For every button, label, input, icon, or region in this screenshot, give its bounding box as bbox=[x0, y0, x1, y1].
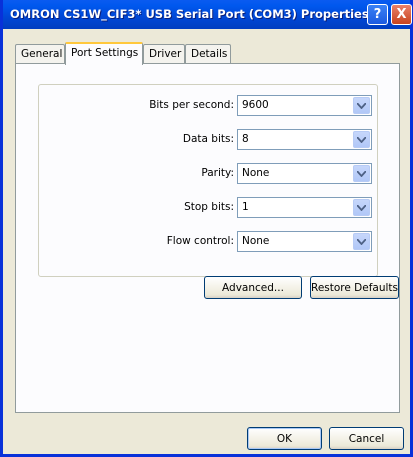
chevron-down-icon[interactable] bbox=[353, 233, 370, 250]
settings-group: Bits per second: 9600 Data bits: 8 Parit… bbox=[38, 84, 378, 277]
close-icon[interactable]: X bbox=[391, 4, 412, 25]
tab-port-settings[interactable]: Port Settings bbox=[65, 42, 143, 65]
data-bits-label: Data bits: bbox=[182, 133, 234, 145]
data-bits-select[interactable]: 8 bbox=[237, 129, 372, 150]
port-settings-panel: Bits per second: 9600 Data bits: 8 Parit… bbox=[15, 63, 400, 413]
chevron-down-icon[interactable] bbox=[353, 97, 370, 114]
stop-bits-select[interactable]: 1 bbox=[237, 197, 372, 218]
bits-per-second-value: 9600 bbox=[242, 99, 269, 111]
bits-per-second-label: Bits per second: bbox=[149, 99, 234, 111]
restore-defaults-button[interactable]: Restore Defaults bbox=[310, 276, 399, 299]
ok-button[interactable]: OK bbox=[247, 427, 322, 450]
cancel-button[interactable]: Cancel bbox=[329, 427, 404, 450]
chevron-down-icon[interactable] bbox=[353, 131, 370, 148]
parity-label: Parity: bbox=[201, 167, 234, 179]
advanced-button[interactable]: Advanced... bbox=[204, 276, 302, 299]
chevron-down-icon[interactable] bbox=[353, 199, 370, 216]
tab-general[interactable]: General bbox=[15, 44, 65, 63]
chevron-down-icon[interactable] bbox=[353, 165, 370, 182]
parity-value: None bbox=[242, 167, 270, 179]
title-bar[interactable]: OMRON CS1W_CIF3* USB Serial Port (COM3) … bbox=[3, 0, 412, 29]
stop-bits-value: 1 bbox=[242, 201, 249, 213]
flow-control-value: None bbox=[242, 235, 270, 247]
parity-select[interactable]: None bbox=[237, 163, 372, 184]
properties-dialog: OMRON CS1W_CIF3* USB Serial Port (COM3) … bbox=[0, 0, 413, 457]
flow-control-select[interactable]: None bbox=[237, 231, 372, 252]
tab-driver[interactable]: Driver bbox=[143, 44, 185, 63]
bits-per-second-select[interactable]: 9600 bbox=[237, 95, 372, 116]
stop-bits-label: Stop bits: bbox=[184, 201, 234, 213]
flow-control-label: Flow control: bbox=[166, 235, 234, 247]
data-bits-value: 8 bbox=[242, 133, 249, 145]
window-title: OMRON CS1W_CIF3* USB Serial Port (COM3) … bbox=[10, 7, 369, 21]
help-icon[interactable]: ? bbox=[367, 4, 388, 25]
tab-details[interactable]: Details bbox=[185, 44, 231, 63]
